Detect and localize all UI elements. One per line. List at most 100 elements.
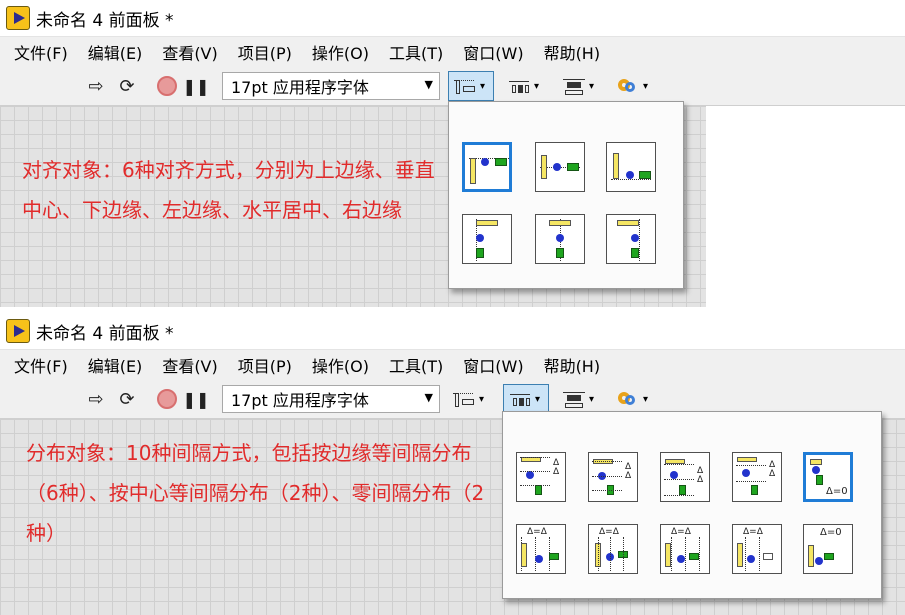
title-bar: 未命名 4 前面板 * xyxy=(0,313,905,349)
menu-view[interactable]: 查看(V) xyxy=(152,353,227,377)
align-palette xyxy=(448,101,684,289)
title-bar: 未命名 4 前面板 * xyxy=(0,0,905,36)
abort-icon xyxy=(157,76,177,96)
align-left-edges-icon[interactable] xyxy=(462,214,512,264)
menu-help[interactable]: 帮助(H) xyxy=(534,40,611,64)
reorder-dropdown[interactable]: ▾ xyxy=(612,71,652,101)
chevron-down-icon: ▾ xyxy=(479,393,485,405)
distribute-vertical-centers-icon[interactable]: ΔΔ xyxy=(588,452,638,502)
chevron-down-icon: ▾ xyxy=(534,80,540,92)
reorder-dropdown[interactable]: ▾ xyxy=(612,384,652,414)
distribute-horizontal-gap-icon[interactable]: Δ=Δ xyxy=(732,524,782,574)
annotation-text: 分布对象：10种间隔方式，包括按边缘等间隔分布（6种）、按中心等间隔分布（2种）… xyxy=(26,441,485,545)
pause-icon: ❚❚ xyxy=(182,389,210,409)
resize-objects-icon xyxy=(561,389,587,409)
menu-edit[interactable]: 编辑(E) xyxy=(78,40,153,64)
delta-equal-label: Δ=Δ xyxy=(599,527,619,537)
distribute-horizontal-centers-icon[interactable]: Δ=Δ xyxy=(588,524,638,574)
run-continuously-button[interactable]: ⟳ xyxy=(114,74,140,98)
delta-equal-label: Δ=Δ xyxy=(671,527,691,537)
align-objects-icon xyxy=(452,76,478,96)
chevron-down-icon: ▾ xyxy=(535,393,541,405)
delta-equal-label: Δ=Δ xyxy=(527,527,547,537)
delta-equal-label: Δ=Δ xyxy=(743,527,763,537)
chevron-down-icon: ▾ xyxy=(480,80,486,92)
abort-button[interactable] xyxy=(155,387,179,411)
distribute-right-edges-icon[interactable]: Δ=Δ xyxy=(660,524,710,574)
menu-window[interactable]: 窗口(W) xyxy=(453,40,533,64)
run-continuously-button[interactable]: ⟳ xyxy=(114,387,140,411)
chevron-down-icon: ▼ xyxy=(424,391,433,404)
align-objects-dropdown[interactable]: ▾ xyxy=(448,71,494,101)
delta-zero-label: Δ=0 xyxy=(820,527,842,538)
delta-zero-label: Δ=0 xyxy=(826,486,848,497)
abort-button[interactable] xyxy=(155,74,179,98)
distribute-objects-dropdown[interactable]: ▾ xyxy=(503,71,549,101)
menu-view[interactable]: 查看(V) xyxy=(152,40,227,64)
pause-icon: ❚❚ xyxy=(182,76,210,96)
menu-edit[interactable]: 编辑(E) xyxy=(78,353,153,377)
align-bottom-edges-icon[interactable] xyxy=(606,142,656,192)
run-arrow-icon: ⇨ xyxy=(88,75,104,97)
distribute-top-edges-icon[interactable]: ΔΔ xyxy=(516,452,566,502)
chevron-down-icon: ▼ xyxy=(424,78,433,91)
distribute-vertical-gap-icon[interactable]: ΔΔ xyxy=(732,452,782,502)
menu-file[interactable]: 文件(F) xyxy=(4,353,78,377)
distribute-objects-icon xyxy=(506,76,532,96)
menu-file[interactable]: 文件(F) xyxy=(4,40,78,64)
labview-app-icon xyxy=(6,319,30,343)
align-top-edges-icon[interactable] xyxy=(462,142,512,192)
distribute-objects-icon xyxy=(507,389,533,409)
menu-help[interactable]: 帮助(H) xyxy=(534,353,611,377)
window-title: 未命名 4 前面板 * xyxy=(36,323,174,344)
align-objects-dropdown[interactable]: ▾ xyxy=(448,384,494,414)
distribute-objects-dropdown[interactable]: ▾ xyxy=(503,384,549,414)
align-right-edges-icon[interactable] xyxy=(606,214,656,264)
run-button[interactable]: ⇨ xyxy=(85,74,107,98)
window-background xyxy=(706,106,905,307)
front-panel-window-align: 未命名 4 前面板 * 文件(F) 编辑(E) 查看(V) 项目(P) 操作(O… xyxy=(0,0,905,307)
menu-project[interactable]: 项目(P) xyxy=(228,353,302,377)
annotation-text: 对齐对象：6种对齐方式，分别为上边缘、垂直中心、下边缘、左边缘、水平居中、右边缘 xyxy=(22,158,435,222)
align-objects-icon xyxy=(451,389,477,409)
menu-bar: 文件(F) 编辑(E) 查看(V) 项目(P) 操作(O) 工具(T) 窗口(W… xyxy=(0,36,905,66)
pause-button[interactable]: ❚❚ xyxy=(183,74,210,98)
run-button[interactable]: ⇨ xyxy=(85,387,107,411)
align-horizontal-centers-icon[interactable] xyxy=(535,214,585,264)
front-panel-window-distribute: 未命名 4 前面板 * 文件(F) 编辑(E) 查看(V) 项目(P) 操作(O… xyxy=(0,313,905,615)
distribute-vertical-compress-icon[interactable]: Δ=0 xyxy=(803,452,853,502)
chevron-down-icon: ▾ xyxy=(589,80,595,92)
menu-operate[interactable]: 操作(O) xyxy=(302,40,379,64)
menu-operate[interactable]: 操作(O) xyxy=(302,353,379,377)
toolbar: ⇨ ⟳ ❚❚ 17pt 应用程序字体 ▼ ▾ ▾ ▾ ▾ xyxy=(0,66,905,106)
distribute-left-edges-icon[interactable]: Δ=Δ xyxy=(516,524,566,574)
align-vertical-centers-icon[interactable] xyxy=(535,142,585,192)
menu-project[interactable]: 项目(P) xyxy=(228,40,302,64)
font-select[interactable]: 17pt 应用程序字体 ▼ xyxy=(222,385,440,413)
menu-tools[interactable]: 工具(T) xyxy=(379,40,453,64)
resize-objects-icon xyxy=(561,76,587,96)
font-select-value: 17pt 应用程序字体 xyxy=(231,391,369,410)
menu-bar: 文件(F) 编辑(E) 查看(V) 项目(P) 操作(O) 工具(T) 窗口(W… xyxy=(0,349,905,379)
window-title: 未命名 4 前面板 * xyxy=(36,10,174,31)
menu-window[interactable]: 窗口(W) xyxy=(453,353,533,377)
reorder-icon xyxy=(615,76,641,96)
resize-objects-dropdown[interactable]: ▾ xyxy=(558,71,598,101)
abort-icon xyxy=(157,389,177,409)
menu-tools[interactable]: 工具(T) xyxy=(379,353,453,377)
font-select-value: 17pt 应用程序字体 xyxy=(231,78,369,97)
run-continuously-icon: ⟳ xyxy=(119,388,135,410)
labview-app-icon xyxy=(6,6,30,30)
chevron-down-icon: ▾ xyxy=(643,393,649,405)
run-arrow-icon: ⇨ xyxy=(88,388,104,410)
distribute-bottom-edges-icon[interactable]: ΔΔ xyxy=(660,452,710,502)
resize-objects-dropdown[interactable]: ▾ xyxy=(558,384,598,414)
font-select[interactable]: 17pt 应用程序字体 ▼ xyxy=(222,72,440,100)
distribute-horizontal-compress-icon[interactable]: Δ=0 xyxy=(803,524,853,574)
chevron-down-icon: ▾ xyxy=(643,80,649,92)
distribute-palette: ΔΔ ΔΔ ΔΔ ΔΔ Δ=0 Δ=Δ Δ=Δ Δ=Δ Δ=Δ Δ=0 xyxy=(502,411,882,599)
reorder-icon xyxy=(615,389,641,409)
run-continuously-icon: ⟳ xyxy=(119,75,135,97)
chevron-down-icon: ▾ xyxy=(589,393,595,405)
pause-button[interactable]: ❚❚ xyxy=(183,387,210,411)
